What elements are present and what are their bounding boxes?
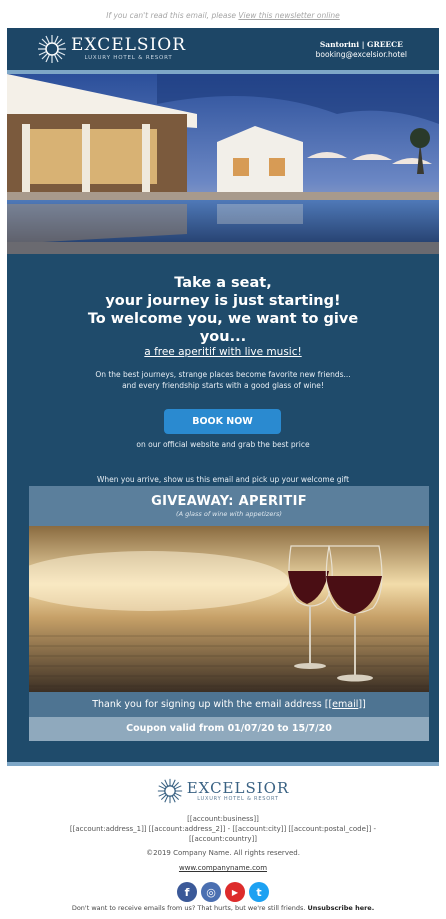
- facebook-icon[interactable]: f: [177, 882, 197, 902]
- booking-email[interactable]: booking@excelsior.hotel: [316, 50, 407, 60]
- footer-sun-logo-icon: [157, 778, 182, 804]
- footer-copyright: ©2019 Company Name. All rights reserved.: [146, 849, 300, 857]
- giveaway-card: GIVEAWAY: APERITIF (A glass of wine with…: [29, 486, 429, 768]
- brand-logo[interactable]: EXCELSIOR LUXURY HOTEL & RESORT: [37, 34, 186, 64]
- email-body: EXCELSIOR LUXURY HOTEL & RESORT Santorin…: [7, 28, 439, 766]
- intro-line-2: and every friendship starts with a good …: [122, 381, 324, 390]
- header-contact: Santorini | GREECE booking@excelsior.hot…: [316, 40, 407, 60]
- giveaway-subtitle: (A glass of wine with appetizers): [176, 510, 282, 518]
- hotel-location: Santorini | GREECE: [319, 40, 403, 49]
- thanks-text: Thank you for signing up with the email …: [92, 699, 333, 710]
- unsubscribe-note: Don't want to receive emails from us? Th…: [0, 904, 446, 912]
- signup-thanks: Thank you for signing up with the email …: [29, 692, 429, 717]
- hero-image: [7, 74, 439, 254]
- social-links: f ◎ ▶ t: [0, 882, 446, 902]
- preheader: If you can't read this email, please Vie…: [0, 0, 446, 26]
- bottom-stripe: [7, 762, 439, 766]
- offer-link[interactable]: a free aperitif with live music!: [7, 346, 439, 358]
- footer-country: [[account:country]]: [189, 835, 257, 843]
- unsubscribe-text: Don't want to receive emails from us? Th…: [71, 904, 308, 912]
- headline-line-4: you...: [199, 329, 247, 345]
- footer-address: [[account:business]] [[account:address_1…: [0, 814, 446, 844]
- headline-line-2: your journey is just starting!: [105, 293, 341, 309]
- headline-line-3: To welcome you, we want to give: [87, 311, 359, 327]
- footer-address-line: [[account:address_1]] [[account:address_…: [69, 825, 377, 833]
- book-now-note: on our official website and grab the bes…: [136, 440, 310, 449]
- giveaway-header: GIVEAWAY: APERITIF (A glass of wine with…: [29, 486, 429, 526]
- book-now-button[interactable]: BOOK NOW: [164, 409, 281, 434]
- headline: Take a seat, your journey is just starti…: [7, 274, 439, 346]
- arrival-note: When you arrive, show us this email and …: [96, 475, 350, 484]
- unsubscribe-link[interactable]: Unsubscribe here.: [308, 904, 375, 912]
- email-merge-link[interactable]: email: [332, 699, 358, 710]
- wine-glasses-photo: [29, 526, 429, 692]
- thanks-end: ]]: [358, 699, 366, 710]
- footer-website-link[interactable]: www.companyname.com: [0, 864, 446, 872]
- twitter-icon[interactable]: t: [249, 882, 269, 902]
- footer-brand-name: EXCELSIOR: [186, 778, 290, 797]
- wine-photo: [29, 526, 429, 692]
- footer-brand-tagline: LUXURY HOTEL & RESORT: [197, 795, 279, 802]
- brand-tagline: LUXURY HOTEL & RESORT: [84, 55, 173, 61]
- headline-line-1: Take a seat,: [174, 275, 272, 291]
- coupon-validity: Coupon valid from 01/07/20 to 15/7/20: [29, 717, 429, 741]
- giveaway-title: GIVEAWAY: APERITIF: [151, 494, 307, 509]
- footer-logo[interactable]: EXCELSIOR LUXURY HOTEL & RESORT: [0, 778, 446, 804]
- youtube-icon[interactable]: ▶: [225, 882, 245, 902]
- sun-logo-icon: [38, 35, 66, 63]
- footer-business: [[account:business]]: [187, 815, 259, 823]
- email-header: EXCELSIOR LUXURY HOTEL & RESORT Santorin…: [7, 28, 439, 70]
- view-online-link[interactable]: View this newsletter online: [238, 11, 339, 20]
- preheader-text: If you can't read this email, please: [106, 11, 239, 20]
- intro-line-1: On the best journeys, strange places bec…: [95, 370, 351, 379]
- brand-name: EXCELSIOR: [71, 35, 187, 55]
- email-footer: EXCELSIOR LUXURY HOTEL & RESORT [[accoun…: [0, 778, 446, 902]
- pool-resort-photo: [7, 74, 439, 254]
- instagram-icon[interactable]: ◎: [201, 882, 221, 902]
- intro-paragraph: On the best journeys, strange places bec…: [37, 369, 409, 391]
